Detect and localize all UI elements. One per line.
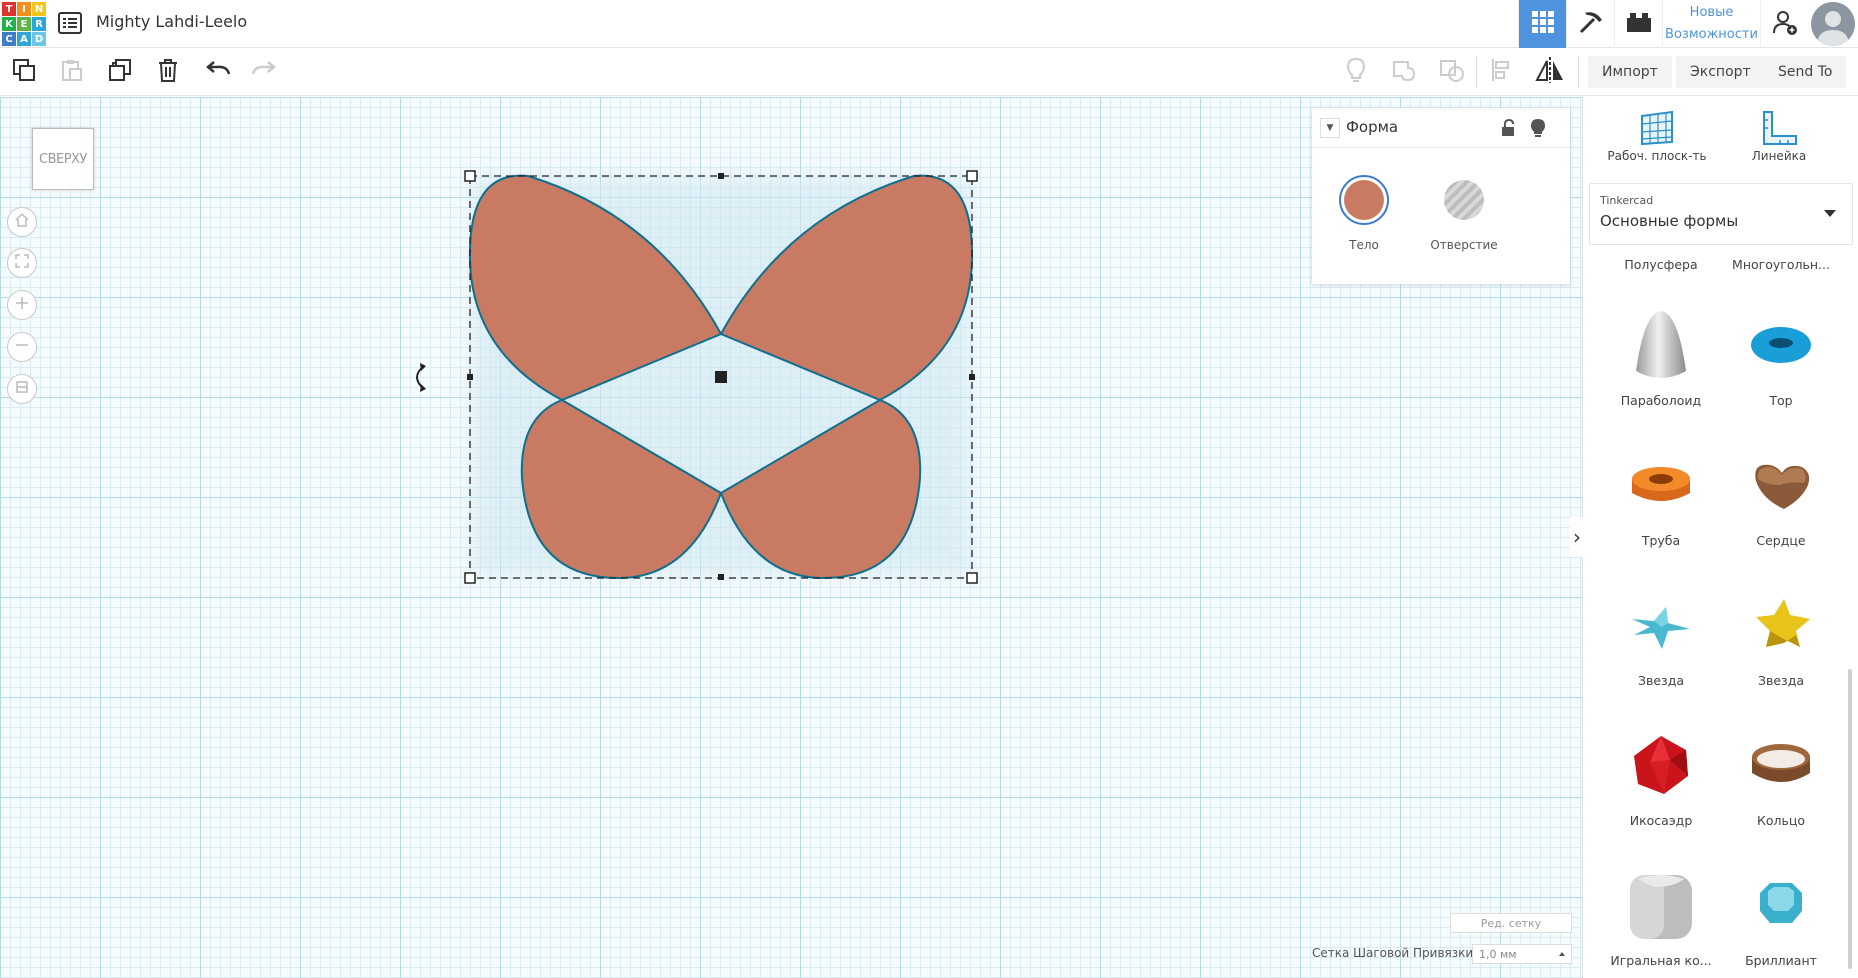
collapse-sidebar-button[interactable]: › — [1570, 517, 1584, 557]
heart-icon — [1721, 437, 1841, 533]
shape-label: Звезда — [1757, 673, 1805, 688]
edit-grid-button[interactable]: Ред. сетку — [1450, 913, 1572, 933]
workplane-tool-button[interactable]: Рабоч. плоск-ть — [1597, 107, 1717, 163]
tube-icon — [1601, 437, 1721, 533]
shape-item-hemisphere[interactable]: Полусфера — [1601, 257, 1721, 272]
shape-item-icosahedron[interactable]: Икосаэдр — [1601, 717, 1721, 828]
rotate-handle-icon[interactable] — [416, 363, 426, 392]
solid-option[interactable]: Тело — [1314, 174, 1414, 252]
lock-icon[interactable] — [1498, 118, 1518, 138]
shape-label: Параболоид — [1620, 393, 1702, 408]
torus-icon — [1721, 297, 1841, 393]
shape-label: Звезда — [1637, 673, 1685, 688]
shape-label: Бриллиант — [1745, 953, 1817, 968]
shape-label: Икосаэдр — [1629, 813, 1693, 828]
shape-label: Кольцо — [1756, 813, 1806, 828]
shape-item-diamond[interactable]: Бриллиант — [1721, 857, 1841, 968]
workplane-icon — [1597, 107, 1717, 149]
paraboloid-icon — [1601, 297, 1721, 393]
snap-grid-label: Сетка Шаговой Привязки — [1312, 946, 1474, 960]
shape-label: Тор — [1769, 393, 1793, 408]
dice-icon — [1601, 857, 1721, 953]
chevron-up-icon — [1559, 952, 1565, 956]
selected-shape[interactable] — [0, 0, 1858, 978]
shape-library-dropdown[interactable]: Tinkercad Основные формы — [1589, 183, 1853, 245]
workplane-tool-label: Рабоч. плоск-ть — [1607, 149, 1707, 163]
library-source: Tinkercad — [1600, 194, 1654, 207]
visibility-bulb-icon[interactable] — [1528, 118, 1548, 138]
sidebar-scrollbar[interactable] — [1848, 669, 1852, 969]
snap-grid-value: 1,0 мм — [1479, 947, 1517, 961]
shape-item-heart[interactable]: Сердце — [1721, 437, 1841, 548]
collapse-panel-button[interactable]: ▼ — [1320, 118, 1340, 138]
ring-icon — [1721, 717, 1841, 813]
hole-swatch[interactable] — [1438, 174, 1490, 226]
shape-label: Игральная ко... — [1610, 953, 1712, 968]
library-name: Основные формы — [1600, 212, 1739, 230]
chevron-right-icon: › — [1573, 525, 1581, 549]
shape-properties-panel: ▼ Форма Тело Отверстие — [1312, 108, 1570, 284]
solid-label: Тело — [1349, 238, 1379, 252]
ruler-tool-button[interactable]: Линейка — [1719, 107, 1839, 163]
ruler-tool-label: Линейка — [1751, 149, 1807, 163]
hole-option[interactable]: Отверстие — [1414, 174, 1514, 252]
shape-label: Сердце — [1756, 533, 1806, 548]
solid-color-swatch[interactable] — [1338, 174, 1390, 226]
shape-item-ring[interactable]: Кольцо — [1721, 717, 1841, 828]
shape-label: Полусфера — [1624, 257, 1698, 272]
star-blue-icon — [1601, 577, 1721, 673]
shape-item-tube[interactable]: Труба — [1601, 437, 1721, 548]
ruler-icon — [1719, 107, 1839, 149]
diamond-icon — [1721, 857, 1841, 953]
panel-title: Форма — [1346, 118, 1399, 136]
shape-item-star-blue[interactable]: Звезда — [1601, 577, 1721, 688]
shape-item-star-yellow[interactable]: Звезда — [1721, 577, 1841, 688]
shapes-sidebar: Рабоч. плоск-ть Линейка Tinkercad Основн… — [1582, 97, 1858, 978]
shape-item-torus[interactable]: Тор — [1721, 297, 1841, 408]
hole-label: Отверстие — [1430, 238, 1498, 252]
snap-grid-select[interactable]: 1,0 мм — [1472, 944, 1572, 964]
chevron-down-icon — [1824, 210, 1836, 217]
icosahedron-icon — [1601, 717, 1721, 813]
shape-item-polygon[interactable]: Многоугольн... — [1721, 257, 1841, 272]
shape-label: Труба — [1641, 533, 1681, 548]
shape-label: Многоугольн... — [1732, 257, 1830, 272]
shape-item-paraboloid[interactable]: Параболоид — [1601, 297, 1721, 408]
star-yellow-icon — [1721, 577, 1841, 673]
shape-item-dice[interactable]: Игральная ко... — [1601, 857, 1721, 968]
